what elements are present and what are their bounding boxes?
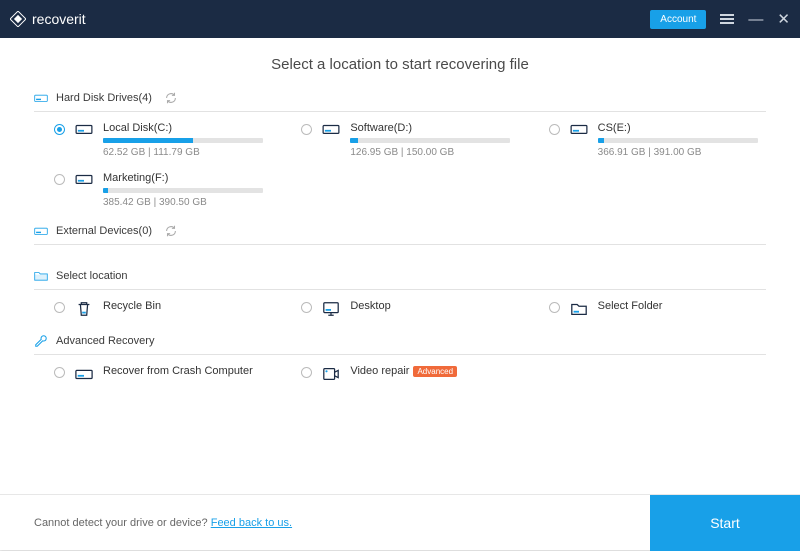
drive-item[interactable]: CS(E:) 366.91 GB | 391.00 GB (529, 122, 766, 158)
recoverit-logo-icon (10, 11, 26, 27)
item-label: Desktop (350, 300, 518, 312)
advanced-grid: Recover from Crash Computer Video repair… (34, 365, 766, 383)
drive-label: CS(E:) (598, 122, 766, 134)
drive-icon (34, 224, 48, 238)
account-button[interactable]: Account (650, 10, 706, 29)
drive-size: 385.42 GB | 390.50 GB (103, 197, 271, 208)
item-label: Select Folder (598, 300, 766, 312)
minimize-button[interactable]: — (748, 12, 763, 27)
section-label: Select location (56, 270, 128, 282)
item-label: Recycle Bin (103, 300, 271, 312)
drive-icon (322, 122, 340, 136)
radio[interactable] (301, 302, 312, 313)
divider (34, 244, 766, 245)
section-header-external: External Devices(0) (34, 224, 766, 238)
drive-label: Marketing(F:) (103, 172, 271, 184)
section-header-drives: Hard Disk Drives(4) (34, 91, 766, 105)
drive-label: Software(D:) (350, 122, 518, 134)
usage-bar (350, 138, 510, 143)
drive-item[interactable]: Marketing(F:) 385.42 GB | 390.50 GB (34, 172, 271, 208)
advanced-video-repair[interactable]: Video repairAdvanced (281, 365, 518, 383)
location-select-folder[interactable]: Select Folder (529, 300, 766, 318)
radio[interactable] (549, 302, 560, 313)
usage-bar (103, 188, 263, 193)
drive-icon (75, 122, 93, 136)
radio[interactable] (54, 174, 65, 185)
app-name: recoverit (32, 11, 86, 27)
divider (34, 111, 766, 112)
radio[interactable] (54, 302, 65, 313)
drive-size: 62.52 GB | 111.79 GB (103, 147, 271, 158)
radio[interactable] (549, 124, 560, 135)
titlebar: recoverit Account — ✕ (0, 0, 800, 38)
drive-size: 366.91 GB | 391.00 GB (598, 147, 766, 158)
drive-item[interactable]: Local Disk(C:) 62.52 GB | 111.79 GB (34, 122, 271, 158)
folder-open-icon (570, 300, 588, 318)
app-logo: recoverit (10, 11, 86, 27)
drive-label: Local Disk(C:) (103, 122, 271, 134)
page-title: Select a location to start recovering fi… (34, 56, 766, 73)
usage-bar (598, 138, 758, 143)
section-label: External Devices(0) (56, 225, 152, 237)
radio[interactable] (54, 124, 65, 135)
item-label: Video repairAdvanced (350, 365, 518, 377)
radio[interactable] (54, 367, 65, 378)
feedback-link[interactable]: Feed back to us. (211, 517, 292, 529)
main-content: Select a location to start recovering fi… (0, 38, 800, 494)
drive-icon (34, 91, 48, 105)
drive-icon (75, 172, 93, 186)
locations-grid: Recycle Bin Desktop Select Folder (34, 300, 766, 318)
drives-grid: Local Disk(C:) 62.52 GB | 111.79 GB Softwa… (34, 122, 766, 208)
usage-bar (103, 138, 263, 143)
drive-item[interactable]: Software(D:) 126.95 GB | 150.00 GB (281, 122, 518, 158)
drive-size: 126.95 GB | 150.00 GB (350, 147, 518, 158)
refresh-icon[interactable] (164, 91, 178, 105)
divider (34, 354, 766, 355)
location-desktop[interactable]: Desktop (281, 300, 518, 318)
start-button[interactable]: Start (650, 495, 800, 551)
folder-icon (34, 269, 48, 283)
video-repair-icon (322, 365, 340, 383)
refresh-icon[interactable] (164, 224, 178, 238)
desktop-icon (322, 300, 340, 318)
advanced-badge: Advanced (413, 366, 457, 377)
section-header-advanced: Advanced Recovery (34, 334, 766, 348)
footer: Cannot detect your drive or device? Feed… (0, 494, 800, 550)
close-button[interactable]: ✕ (777, 12, 790, 27)
section-label: Advanced Recovery (56, 335, 154, 347)
drive-icon (570, 122, 588, 136)
menu-icon[interactable] (720, 14, 734, 24)
radio[interactable] (301, 124, 312, 135)
section-label: Hard Disk Drives(4) (56, 92, 152, 104)
footer-text: Cannot detect your drive or device? Feed… (34, 517, 292, 529)
location-recycle-bin[interactable]: Recycle Bin (34, 300, 271, 318)
radio[interactable] (301, 367, 312, 378)
drive-icon (75, 365, 93, 383)
recycle-bin-icon (75, 300, 93, 318)
section-header-location: Select location (34, 269, 766, 283)
item-label: Recover from Crash Computer (103, 365, 271, 377)
wrench-icon (34, 334, 48, 348)
divider (34, 289, 766, 290)
advanced-crash-recovery[interactable]: Recover from Crash Computer (34, 365, 271, 383)
